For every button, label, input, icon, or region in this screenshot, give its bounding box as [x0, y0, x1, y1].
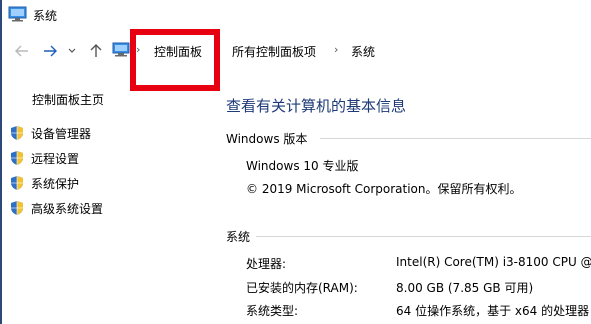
processor-value: Intel(R) Core(TM) i3-8100 CPU @ — [396, 255, 591, 269]
section-divider — [320, 138, 591, 139]
breadcrumb-system[interactable]: 系统 — [351, 43, 375, 60]
computer-icon — [8, 6, 27, 22]
ram-label: 已安装的内存(RAM): — [246, 281, 358, 295]
copyright-text: © 2019 Microsoft Corporation。保留所有权利。 — [246, 182, 522, 196]
title-bar: 系统 — [2, 0, 591, 32]
window-title: 系统 — [33, 9, 58, 23]
windows-edition: Windows 10 专业版 — [246, 159, 359, 173]
shield-icon — [11, 201, 23, 215]
sidebar-home-link[interactable]: 控制面板主页 — [32, 91, 104, 108]
sidebar-item-label: 高级系统设置 — [31, 201, 104, 216]
shield-icon — [11, 126, 23, 140]
computer-icon — [112, 42, 130, 57]
arrow-up-icon — [90, 44, 102, 57]
sidebar-item-system-protection[interactable]: 系统保护 — [10, 174, 79, 192]
sidebar-item-device-manager[interactable]: 设备管理器 — [10, 124, 91, 142]
sidebar-item-remote-settings[interactable]: 远程设置 — [10, 149, 79, 167]
back-button[interactable] — [12, 41, 32, 61]
arrow-left-icon — [15, 45, 28, 57]
page-title: 查看有关计算机的基本信息 — [226, 97, 407, 115]
system-type-value: 64 位操作系统，基于 x64 的处理器 — [396, 304, 590, 318]
breadcrumb-all-items[interactable]: 所有控制面板项 — [232, 43, 316, 60]
processor-label: 处理器: — [246, 257, 287, 271]
sidebar-item-label: 设备管理器 — [31, 126, 92, 141]
system-section-label: 系统 — [226, 230, 251, 244]
system-type-label: 系统类型: — [246, 304, 299, 318]
shield-icon — [11, 176, 23, 190]
section-divider — [256, 236, 591, 237]
arrow-right-icon — [44, 45, 57, 57]
chevron-down-icon — [68, 48, 76, 53]
sidebar-item-label: 远程设置 — [31, 151, 80, 166]
sidebar-item-label: 系统保护 — [31, 176, 80, 191]
sidebar-item-advanced-settings[interactable]: 高级系统设置 — [10, 199, 103, 217]
forward-button[interactable] — [40, 41, 60, 61]
up-button[interactable] — [86, 41, 106, 61]
recent-locations-button[interactable] — [66, 41, 78, 61]
navigation-bar: › 控制面板 › 所有控制面板项 › 系统 — [2, 34, 591, 68]
shield-icon — [11, 151, 23, 165]
ram-value: 8.00 GB (7.85 GB 可用) — [396, 281, 534, 295]
highlight-annotation — [130, 29, 220, 91]
breadcrumb-separator-icon[interactable]: › — [334, 43, 338, 56]
edition-section-label: Windows 版本 — [226, 132, 308, 146]
